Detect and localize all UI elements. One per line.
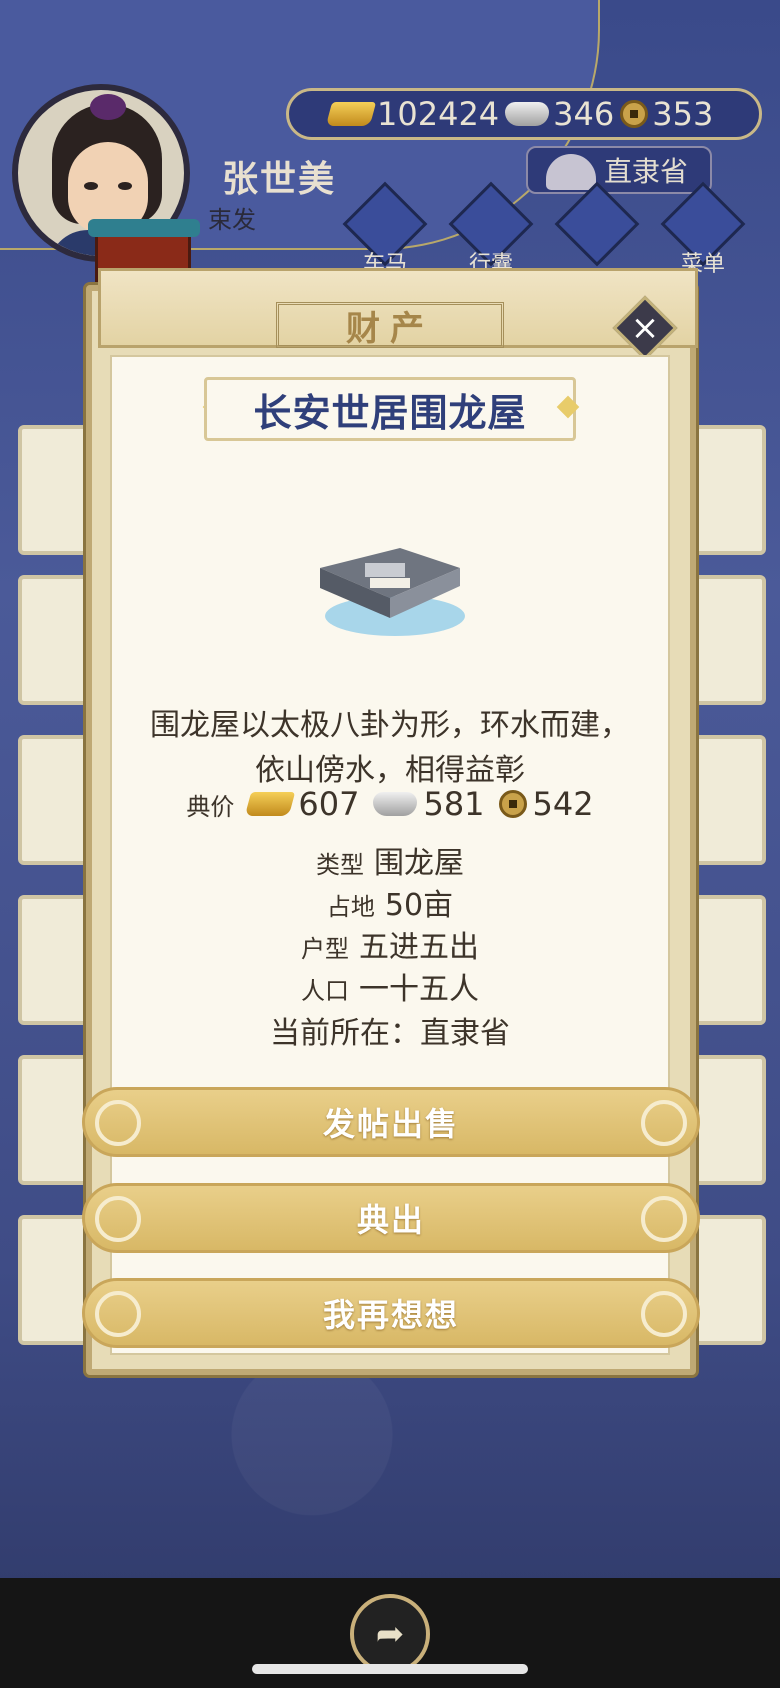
info-layout-value: 五进五出: [359, 930, 479, 965]
top-menu: 车马 行囊 菜单: [342, 181, 746, 277]
location-button[interactable]: 直隶省: [526, 146, 712, 194]
avatar-eye-right: [118, 182, 132, 190]
cloud-swirl-icon: [95, 1196, 141, 1242]
info-population-value: 一十五人: [359, 972, 479, 1007]
player-name: 张世美: [222, 159, 337, 200]
info-type-key: 类型: [316, 851, 364, 879]
close-icon: ×: [630, 308, 660, 348]
silver-ingot-icon: [505, 102, 550, 126]
copper-coin-icon: [620, 100, 649, 128]
currency-bar: 102424 346 353: [286, 88, 762, 140]
cloud-swirl-icon: [641, 1100, 687, 1146]
info-type-value: 围龙屋: [374, 846, 464, 881]
price-copper: 542: [532, 785, 594, 823]
copper-currency: 353: [620, 95, 713, 133]
cloud-swirl-icon: [641, 1196, 687, 1242]
menu-carriage[interactable]: 车马: [342, 181, 428, 277]
info-area-value: 50亩: [384, 888, 454, 923]
pawn-button[interactable]: 典出: [82, 1183, 700, 1253]
gold-currency: 102424: [325, 95, 500, 133]
book-icon: [554, 181, 640, 267]
pawn-button-label: 典出: [356, 1201, 425, 1239]
description-line-2: 依山傍水，相得益彰: [255, 753, 525, 788]
gold-ingot-icon: [325, 102, 377, 126]
price-silver: 581: [423, 785, 485, 823]
info-area-key: 占地: [326, 893, 375, 921]
info-layout: 户型 五进五出: [110, 922, 670, 966]
silver-ingot-icon: [373, 792, 418, 816]
property-image: [320, 548, 465, 636]
silver-currency: 346: [505, 95, 614, 133]
avatar-hair-bun: [90, 94, 126, 120]
cloud-swirl-icon: [95, 1100, 141, 1146]
horse-icon: [546, 154, 596, 190]
sell-button[interactable]: 发帖出售: [82, 1087, 700, 1157]
cancel-button[interactable]: 我再想想: [82, 1278, 700, 1348]
info-population: 人口 一十五人: [110, 964, 670, 1008]
gold-amount: 102424: [377, 95, 500, 133]
cloud-swirl-icon: [95, 1291, 141, 1337]
silver-amount: 346: [553, 95, 615, 133]
current-location: 当前所在：直隶省: [270, 1016, 510, 1051]
home-indicator[interactable]: [252, 1664, 528, 1674]
location-label: 直隶省: [603, 155, 688, 188]
price-row: 典价 607 581 542: [110, 785, 670, 823]
cancel-button-label: 我再想想: [322, 1296, 459, 1334]
copper-coin-icon: [498, 790, 527, 818]
modal-title: 财产: [276, 302, 504, 349]
player-title: 束发: [208, 206, 256, 234]
copper-amount: 353: [652, 95, 714, 133]
info-layout-key: 户型: [301, 935, 349, 963]
property-name: 长安世居围龙屋: [204, 377, 576, 441]
sell-button-label: 发帖出售: [322, 1105, 459, 1143]
description-line-1: 围龙屋以太极八卦为形，环水而建，: [150, 708, 630, 743]
share-icon: ➦: [375, 1614, 405, 1654]
avatar-eye-left: [84, 182, 98, 190]
info-area: 占地 50亩: [110, 880, 670, 924]
cloud-swirl-icon: [641, 1291, 687, 1337]
menu-book[interactable]: [554, 181, 640, 276]
price-label: 典价: [186, 792, 235, 821]
info-type: 类型 围龙屋: [110, 838, 670, 882]
share-button[interactable]: ➦: [350, 1594, 430, 1674]
info-population-key: 人口: [301, 977, 349, 1005]
price-gold: 607: [298, 785, 360, 823]
menu-more[interactable]: 菜单: [660, 181, 746, 277]
gold-ingot-icon: [245, 792, 296, 816]
menu-bag[interactable]: 行囊: [448, 181, 534, 277]
